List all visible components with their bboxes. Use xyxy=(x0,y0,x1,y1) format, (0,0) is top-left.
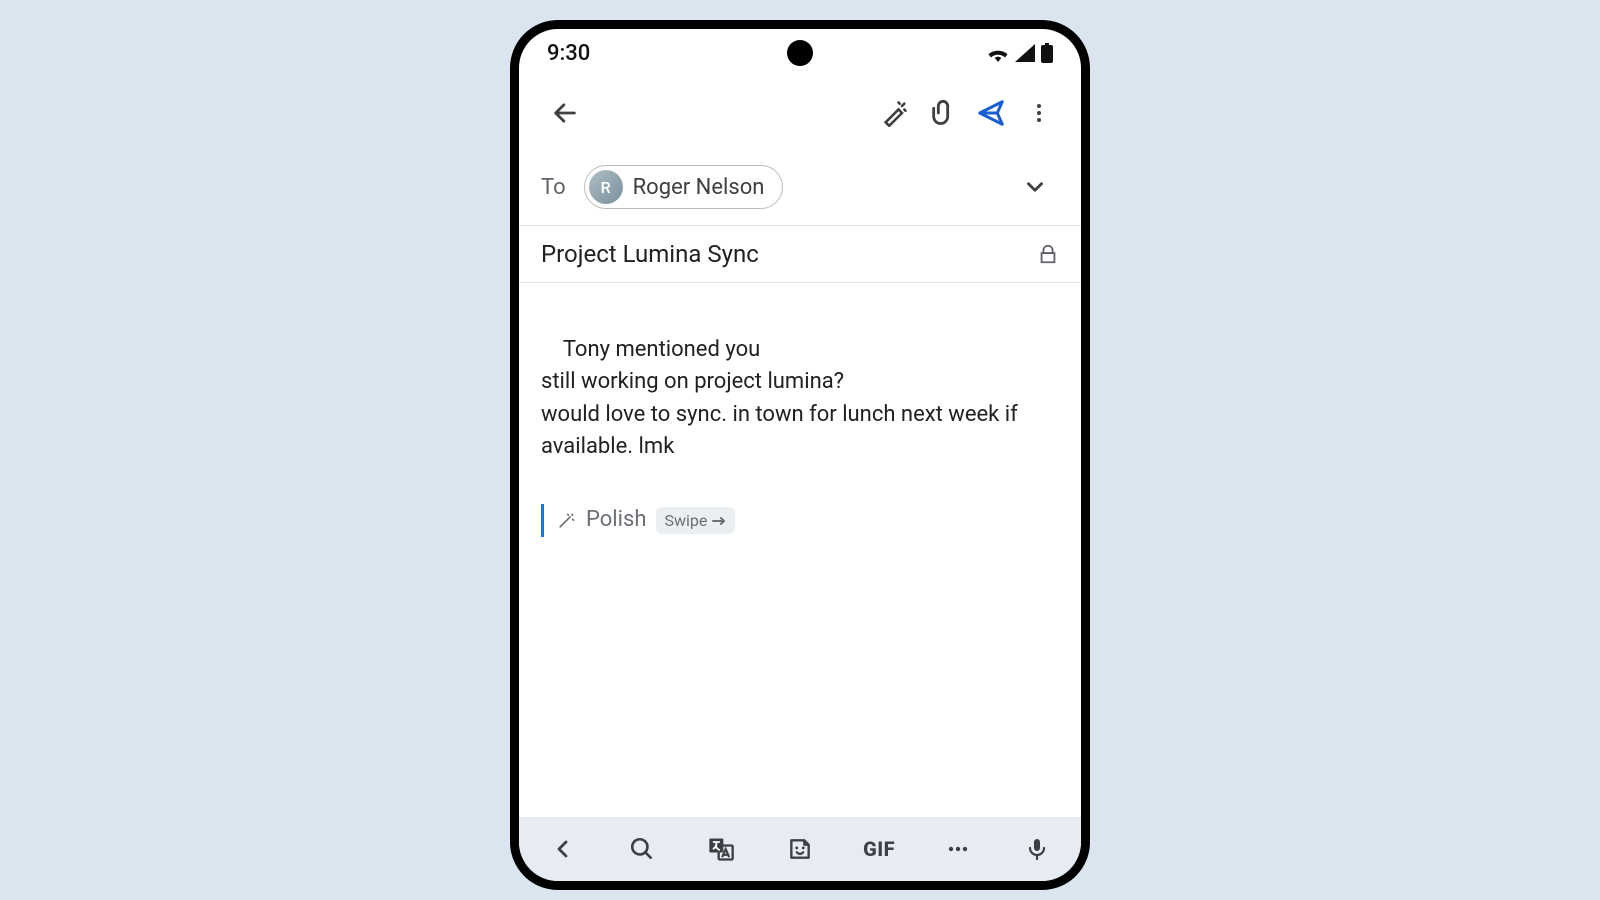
camera-hole xyxy=(787,40,813,66)
wifi-icon xyxy=(987,44,1009,62)
kbd-more-button[interactable] xyxy=(928,825,988,873)
paperclip-icon xyxy=(929,99,957,127)
subject-field-row[interactable]: Project Lumina Sync xyxy=(519,226,1081,283)
more-horiz-icon xyxy=(944,837,972,861)
status-bar: 9:30 xyxy=(519,29,1081,77)
recipient-avatar: R xyxy=(589,170,623,204)
overflow-button[interactable] xyxy=(1015,89,1063,137)
kbd-translate-button[interactable] xyxy=(691,825,751,873)
subject-text: Project Lumina Sync xyxy=(541,240,1025,268)
kbd-sticker-button[interactable] xyxy=(770,825,830,873)
cellular-icon xyxy=(1015,44,1035,62)
translate-icon xyxy=(707,835,735,863)
gif-label: GIF xyxy=(863,837,895,861)
recipient-name: Roger Nelson xyxy=(633,175,765,200)
kbd-back-button[interactable] xyxy=(533,825,593,873)
chevron-left-icon xyxy=(551,837,575,861)
arrow-left-icon xyxy=(551,99,579,127)
phone-frame: 9:30 To R Roger Nelson xyxy=(510,20,1090,890)
polish-suggestion[interactable]: Polish Swipe xyxy=(541,504,1059,537)
chevron-down-icon xyxy=(1022,174,1048,200)
swipe-hint: Swipe xyxy=(656,507,735,535)
to-field-row[interactable]: To R Roger Nelson xyxy=(519,149,1081,226)
battery-icon xyxy=(1041,43,1053,63)
back-button[interactable] xyxy=(541,89,589,137)
kbd-gif-button[interactable]: GIF xyxy=(849,825,909,873)
search-icon xyxy=(629,836,655,862)
expand-recipients-button[interactable] xyxy=(1011,163,1059,211)
send-icon xyxy=(976,98,1006,128)
arrow-right-icon xyxy=(711,515,727,527)
lock-icon xyxy=(1037,242,1059,266)
more-vert-icon xyxy=(1027,101,1051,125)
mic-icon xyxy=(1025,836,1049,862)
to-label: To xyxy=(541,175,566,200)
kbd-mic-button[interactable] xyxy=(1007,825,1067,873)
magic-wand-icon xyxy=(556,511,576,531)
kbd-search-button[interactable] xyxy=(612,825,672,873)
attach-button[interactable] xyxy=(919,89,967,137)
status-time: 9:30 xyxy=(547,41,590,66)
compose-body[interactable]: Tony mentioned you still working on proj… xyxy=(519,283,1081,817)
send-button[interactable] xyxy=(967,89,1015,137)
magic-pen-icon xyxy=(881,99,909,127)
recipient-chip[interactable]: R Roger Nelson xyxy=(584,165,784,209)
sticker-icon xyxy=(787,836,813,862)
compose-toolbar xyxy=(519,77,1081,149)
polish-label: Polish xyxy=(586,504,646,537)
body-text: Tony mentioned you still working on proj… xyxy=(541,337,1023,460)
status-icons xyxy=(987,43,1053,63)
swipe-label: Swipe xyxy=(664,509,707,533)
magic-compose-button[interactable] xyxy=(871,89,919,137)
keyboard-toolbar: GIF xyxy=(519,817,1081,881)
